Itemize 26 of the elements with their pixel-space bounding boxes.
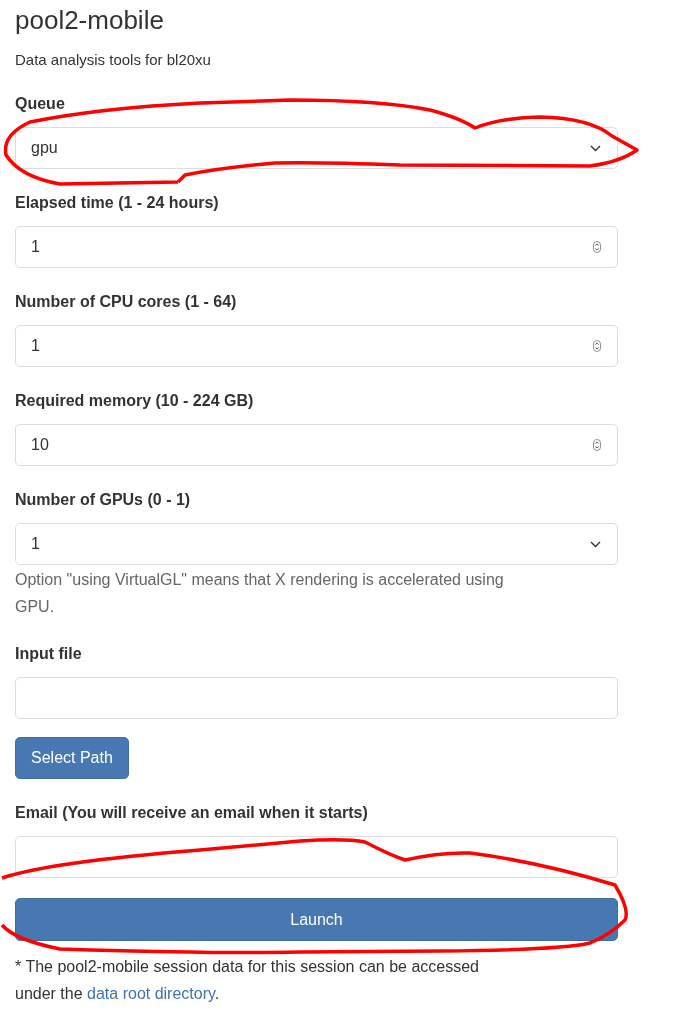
help-text: Option "using VirtualGL" means that X rendering is accelerated using GPU. xyxy=(15,570,505,617)
number-field[interactable]: 1 xyxy=(15,325,618,367)
field-label: Queue xyxy=(15,94,66,114)
number-field[interactable]: 1 xyxy=(15,226,618,268)
text-field[interactable] xyxy=(15,677,618,719)
field-label: Input file xyxy=(15,644,83,664)
spinner-icon xyxy=(593,340,601,352)
text-field[interactable] xyxy=(15,836,618,878)
chevron-down-icon xyxy=(590,540,601,548)
dropdown[interactable]: 1 xyxy=(15,523,618,565)
dropdown[interactable]: gpu xyxy=(15,127,618,169)
field-label: Number of GPUs (0 - 1) xyxy=(15,490,192,510)
page-title: pool2-mobile xyxy=(15,4,165,37)
field-label: Number of CPU cores (1 - 64) xyxy=(15,292,238,312)
page-subtitle: Data analysis tools for bl20xu xyxy=(15,50,212,70)
spinner-icon xyxy=(593,241,601,253)
chevron-down-icon xyxy=(590,144,601,152)
field-label: Required memory (10 - 224 GB) xyxy=(15,391,255,411)
field-label: Elapsed time (1 - 24 hours) xyxy=(15,193,220,213)
spinner-icon xyxy=(593,439,601,451)
number-field[interactable]: 10 xyxy=(15,424,618,466)
field-label: Email (You will receive an email when it starts) xyxy=(15,803,369,823)
data-root-link[interactable]: data root directory xyxy=(87,985,215,1002)
launch-button[interactable]: Launch xyxy=(15,898,618,941)
footer-note: * The pool2-mobile session data for this session can be accessed under the data root directory. xyxy=(15,957,480,1004)
select-path-button[interactable]: Select Path xyxy=(15,737,129,779)
